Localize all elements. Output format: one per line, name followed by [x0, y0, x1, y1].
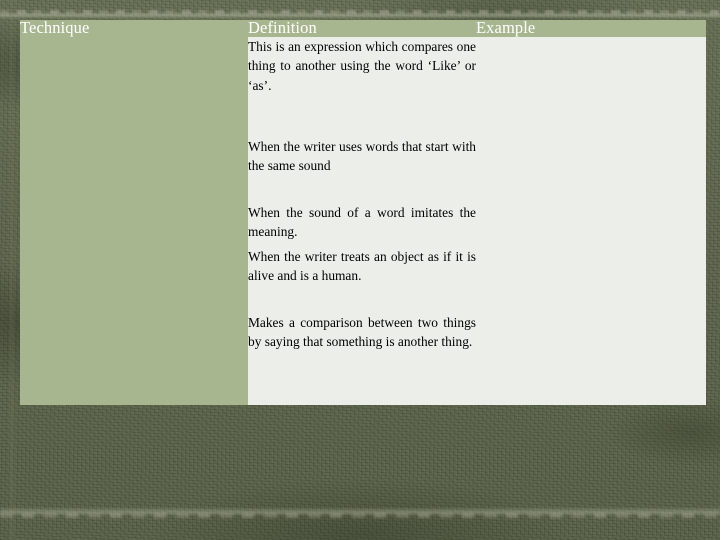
- column-header-technique: Technique: [20, 19, 248, 37]
- cell-definition: When the sound of a word imitates the me…: [248, 202, 476, 247]
- torn-paper-edge-top: [0, 12, 720, 19]
- cell-technique[interactable]: [20, 36, 248, 137]
- column-header-definition: Definition: [248, 19, 476, 37]
- torn-paper-edge-bottom: [0, 507, 720, 516]
- table-row: When the writer treats an object as if i…: [20, 246, 706, 313]
- table-header-row: Technique Definition Example: [20, 19, 706, 37]
- cell-example[interactable]: [476, 202, 706, 247]
- cell-example[interactable]: [476, 312, 706, 405]
- cell-definition: When the writer uses words that start wi…: [248, 136, 476, 203]
- table-row: This is an expression which compares one…: [20, 36, 706, 137]
- cell-technique[interactable]: [20, 312, 248, 405]
- cell-technique[interactable]: [20, 246, 248, 313]
- table-row: When the sound of a word imitates the me…: [20, 202, 706, 247]
- torn-paper-edge-left: [10, 0, 16, 540]
- cell-definition: This is an expression which compares one…: [248, 36, 476, 137]
- cell-technique[interactable]: [20, 136, 248, 203]
- cell-definition: Makes a comparison between two things by…: [248, 312, 476, 405]
- table-header: Technique Definition Example: [20, 19, 706, 37]
- column-header-example: Example: [476, 19, 706, 37]
- cell-technique[interactable]: [20, 202, 248, 247]
- literary-techniques-table: Technique Definition Example This is an …: [20, 19, 706, 405]
- cell-example[interactable]: [476, 136, 706, 203]
- cell-definition: When the writer treats an object as if i…: [248, 246, 476, 313]
- cell-example[interactable]: [476, 36, 706, 137]
- table-body: This is an expression which compares one…: [20, 36, 706, 405]
- table-row: When the writer uses words that start wi…: [20, 136, 706, 203]
- table-row: Makes a comparison between two things by…: [20, 312, 706, 405]
- cell-example[interactable]: [476, 246, 706, 313]
